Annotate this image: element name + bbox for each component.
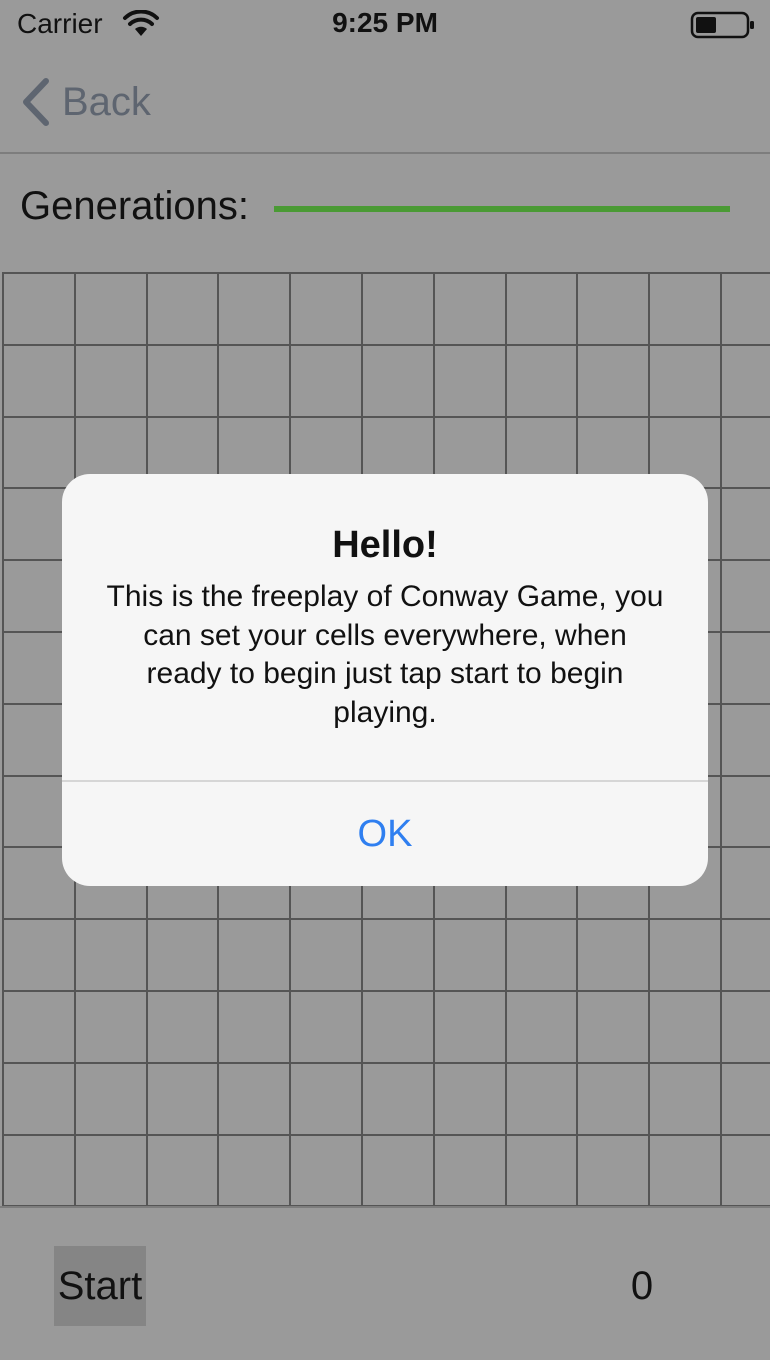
grid-cell[interactable] <box>650 274 722 346</box>
grid-cell[interactable] <box>434 920 507 992</box>
grid-cell[interactable] <box>650 345 722 418</box>
alert-message: This is the freeplay of Conway Game, you… <box>106 580 664 729</box>
grid-cell[interactable] <box>362 274 435 346</box>
screen: Carrier 9:25 PM Back Generations: Start … <box>0 0 770 1360</box>
grid-cell[interactable] <box>75 1063 148 1136</box>
grid-cell[interactable] <box>219 345 292 418</box>
grid-cell[interactable] <box>291 1135 363 1206</box>
grid-cell[interactable] <box>4 1135 76 1206</box>
grid-cell[interactable] <box>721 1064 770 1136</box>
grid-cell[interactable] <box>4 991 76 1064</box>
navigation-bar: Back <box>0 50 770 154</box>
grid-cell[interactable] <box>219 991 292 1064</box>
grid-cell[interactable] <box>4 417 76 490</box>
grid-cell[interactable] <box>506 920 579 992</box>
grid-cell[interactable] <box>4 345 76 418</box>
grid-cell[interactable] <box>721 489 770 562</box>
grid-cell[interactable] <box>434 1063 507 1136</box>
grid-cell[interactable] <box>721 992 770 1064</box>
grid-cell[interactable] <box>75 991 148 1064</box>
grid-cell[interactable] <box>147 1063 220 1136</box>
generation-count: 0 <box>630 1264 654 1308</box>
grid-cell[interactable] <box>721 633 770 705</box>
grid-cell[interactable] <box>75 345 148 418</box>
grid-cell[interactable] <box>434 345 507 418</box>
grid-cell[interactable] <box>506 1063 579 1136</box>
back-label: Back <box>62 79 151 124</box>
grid-cell[interactable] <box>721 1136 770 1206</box>
start-button[interactable]: Start <box>54 1246 146 1326</box>
ok-button[interactable]: OK <box>62 782 708 886</box>
grid-cell[interactable] <box>75 920 148 992</box>
grid-cell[interactable] <box>147 920 220 992</box>
grid-cell[interactable] <box>434 274 507 346</box>
grid-cell[interactable] <box>578 274 651 346</box>
grid-cell[interactable] <box>362 345 435 418</box>
grid-cell[interactable] <box>291 274 363 346</box>
grid-cell[interactable] <box>4 274 76 346</box>
grid-cell[interactable] <box>650 991 722 1064</box>
alert-dialog: Hello! This is the freeplay of Conway Ga… <box>62 474 708 886</box>
chevron-left-icon <box>23 78 49 126</box>
grid-cell[interactable] <box>578 1063 651 1136</box>
grid-cell[interactable] <box>362 1135 435 1206</box>
grid-cell[interactable] <box>291 991 363 1064</box>
grid-cell[interactable] <box>362 920 435 992</box>
battery-icon <box>690 11 754 39</box>
generations-progress-fill <box>274 206 730 212</box>
generations-row: Generations: <box>0 156 770 272</box>
grid-cell[interactable] <box>147 345 220 418</box>
generations-label: Generations: <box>20 184 250 228</box>
grid-cell[interactable] <box>291 1063 363 1136</box>
generations-progress-bar <box>274 206 730 212</box>
grid-cell[interactable] <box>578 991 651 1064</box>
grid-cell[interactable] <box>721 920 770 992</box>
grid-cell[interactable] <box>291 920 363 992</box>
grid-cell[interactable] <box>219 1135 292 1206</box>
grid-cell[interactable] <box>506 991 579 1064</box>
grid-cell[interactable] <box>147 991 220 1064</box>
grid-cell[interactable] <box>721 777 770 849</box>
grid-cell[interactable] <box>147 274 220 346</box>
grid-cell[interactable] <box>721 561 770 633</box>
grid-cell[interactable] <box>75 1135 148 1206</box>
grid-cell[interactable] <box>721 705 770 777</box>
grid-cell[interactable] <box>721 418 770 490</box>
grid-cell[interactable] <box>506 1135 579 1206</box>
grid-cell[interactable] <box>434 991 507 1064</box>
status-time: 9:25 PM <box>332 7 438 38</box>
grid-cell[interactable] <box>434 1135 507 1206</box>
bottom-bar: Start 0 <box>0 1206 770 1360</box>
grid-cell[interactable] <box>291 345 363 418</box>
grid-cell[interactable] <box>721 274 770 346</box>
grid-cell[interactable] <box>219 274 292 346</box>
grid-cell[interactable] <box>4 1063 76 1136</box>
grid-cell[interactable] <box>721 848 770 921</box>
grid-cell[interactable] <box>362 1063 435 1136</box>
alert-title: Hello! <box>332 524 438 566</box>
grid-cell[interactable] <box>506 274 579 346</box>
grid-cell[interactable] <box>219 1063 292 1136</box>
grid-cell[interactable] <box>650 920 722 992</box>
grid-cell[interactable] <box>721 346 770 418</box>
grid-cell[interactable] <box>506 345 579 418</box>
grid-cell[interactable] <box>650 1063 722 1136</box>
grid-cell[interactable] <box>362 991 435 1064</box>
grid-cell[interactable] <box>75 274 148 346</box>
grid-cell[interactable] <box>219 920 292 992</box>
grid-cell[interactable] <box>578 920 651 992</box>
back-button[interactable]: Back <box>20 74 151 130</box>
grid-cell[interactable] <box>650 1135 722 1206</box>
grid-cell[interactable] <box>578 1135 651 1206</box>
grid-cell[interactable] <box>4 920 76 992</box>
status-bar: Carrier 9:25 PM <box>0 0 770 50</box>
grid-cell[interactable] <box>147 1135 220 1206</box>
grid-cell[interactable] <box>578 345 651 418</box>
